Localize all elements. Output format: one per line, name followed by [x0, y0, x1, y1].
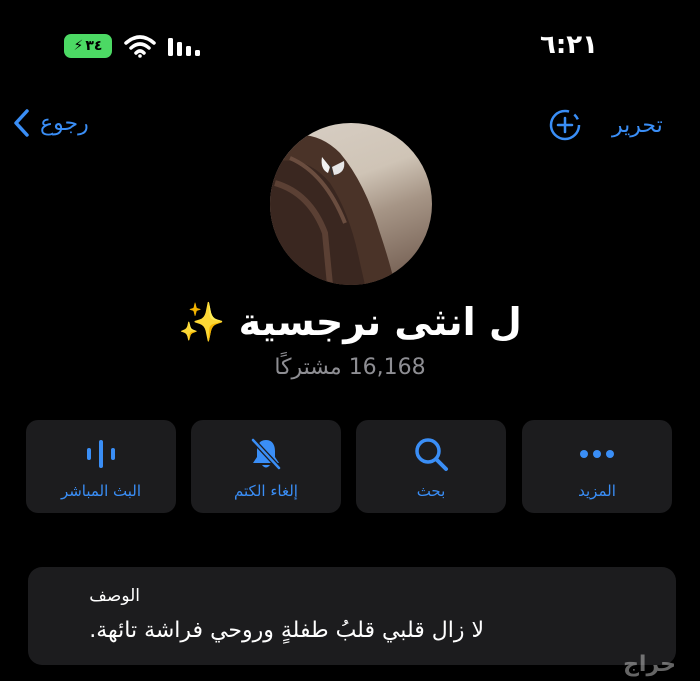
nav-actions: تحرير	[548, 108, 663, 142]
charging-bolt-icon: ⚡	[73, 38, 84, 54]
subscriber-count: 16,168 مشتركًا	[274, 355, 426, 380]
unmute-label: إلغاء الكتم	[234, 481, 298, 500]
more-button[interactable]: المزيد	[522, 420, 672, 513]
status-time: ٦:٢١	[540, 30, 599, 60]
back-button[interactable]: رجوع	[12, 108, 89, 138]
chevron-left-icon	[14, 109, 29, 137]
back-label: رجوع	[40, 110, 89, 136]
wifi-icon	[124, 35, 156, 58]
live-stream-button[interactable]: البث المباشر	[26, 420, 176, 513]
battery-icon: ⚡ ٣٤	[64, 34, 112, 58]
add-circle-icon[interactable]	[548, 108, 582, 142]
more-label: المزيد	[578, 481, 616, 500]
search-button[interactable]: بحث	[356, 420, 506, 513]
more-icon	[580, 449, 614, 458]
watermark-logo: حراج	[623, 652, 676, 677]
battery-level: ٣٤	[85, 38, 103, 54]
cellular-signal-icon	[168, 38, 200, 56]
search-icon	[415, 437, 448, 471]
search-label: بحث	[416, 481, 446, 500]
avatar-image	[270, 135, 395, 285]
bell-slash-icon	[251, 437, 281, 470]
description-text: لا زال قلبي قلبُ طفلةٍ وروحي فراشة تائهة…	[89, 618, 484, 643]
waveform-icon	[87, 439, 115, 468]
unmute-button[interactable]: إلغاء الكتم	[191, 420, 341, 513]
description-card	[28, 567, 676, 665]
description-label: الوصف	[89, 586, 140, 606]
live-stream-label: البث المباشر	[60, 481, 142, 500]
channel-name: ل انثى نرجسية ✨	[178, 300, 522, 344]
edit-button[interactable]: تحرير	[612, 113, 663, 138]
channel-avatar[interactable]	[270, 123, 432, 285]
